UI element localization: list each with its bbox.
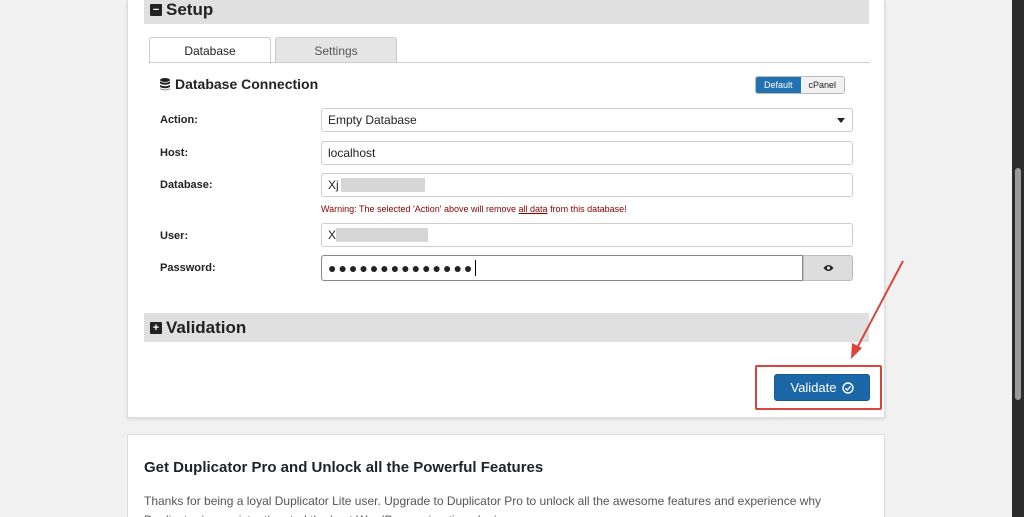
action-select-value: Empty Database <box>328 113 417 127</box>
setup-title: Setup <box>166 0 214 19</box>
mode-default-button[interactable]: Default <box>756 77 801 93</box>
promo-title: Get Duplicator Pro and Unlock all the Po… <box>144 459 544 476</box>
page-scrollbar[interactable] <box>1012 0 1024 517</box>
empty-database-warning: Warning: The selected 'Action' above wil… <box>321 204 627 214</box>
user-input-value: X <box>328 228 337 242</box>
redacted-blur <box>336 228 429 242</box>
password-label: Password: <box>160 262 216 274</box>
database-label: Database: <box>160 179 213 191</box>
promo-card: Get Duplicator Pro and Unlock all the Po… <box>127 434 885 517</box>
expand-icon: + <box>150 321 162 334</box>
host-input[interactable]: localhost <box>321 141 853 165</box>
tab-divider <box>149 62 870 63</box>
chevron-down-icon <box>837 118 845 123</box>
redacted-blur <box>340 178 425 192</box>
password-mask: ●●●●●●●●●●●●●● <box>328 260 475 276</box>
promo-text: Thanks for being a loyal Duplicator Lite… <box>144 494 822 517</box>
database-connection-heading: Database Connection <box>160 76 318 92</box>
warning-all-data: all data <box>518 204 548 214</box>
database-input[interactable]: Xj <box>321 173 853 197</box>
action-select[interactable]: Empty Database <box>321 108 853 132</box>
setup-tabs: Database Settings <box>149 37 397 64</box>
validation-section-header[interactable]: + Validation <box>144 313 869 342</box>
validate-label: Validate <box>790 380 837 395</box>
user-input[interactable]: X <box>321 223 853 247</box>
validate-button[interactable]: Validate <box>774 374 870 401</box>
host-input-value: localhost <box>328 146 376 160</box>
tab-database[interactable]: Database <box>149 37 271 64</box>
text-cursor <box>475 260 477 276</box>
show-password-button[interactable] <box>803 255 853 281</box>
database-connection-title: Database Connection <box>175 76 319 92</box>
scrollbar-thumb[interactable] <box>1015 168 1021 400</box>
warning-text-end: from this database! <box>547 204 627 214</box>
password-input[interactable]: ●●●●●●●●●●●●●● <box>321 255 803 281</box>
database-icon <box>160 77 170 90</box>
setup-section-header[interactable]: − Setup <box>144 0 869 24</box>
connection-mode-toggle: Default cPanel <box>755 76 846 94</box>
tab-settings[interactable]: Settings <box>275 37 397 63</box>
mode-cpanel-button[interactable]: cPanel <box>800 77 845 93</box>
warning-text-start: Warning: The selected 'Action' above wil… <box>321 204 519 214</box>
action-label: Action: <box>160 114 198 126</box>
collapse-icon: − <box>150 4 162 16</box>
user-label: User: <box>160 230 189 242</box>
validation-title: Validation <box>166 317 247 337</box>
check-circle-icon <box>841 381 854 394</box>
installer-card: − Setup Database Settings Database Conne… <box>127 0 885 418</box>
host-label: Host: <box>160 147 189 159</box>
database-input-value: Xj <box>328 178 339 192</box>
eye-icon <box>823 265 833 271</box>
